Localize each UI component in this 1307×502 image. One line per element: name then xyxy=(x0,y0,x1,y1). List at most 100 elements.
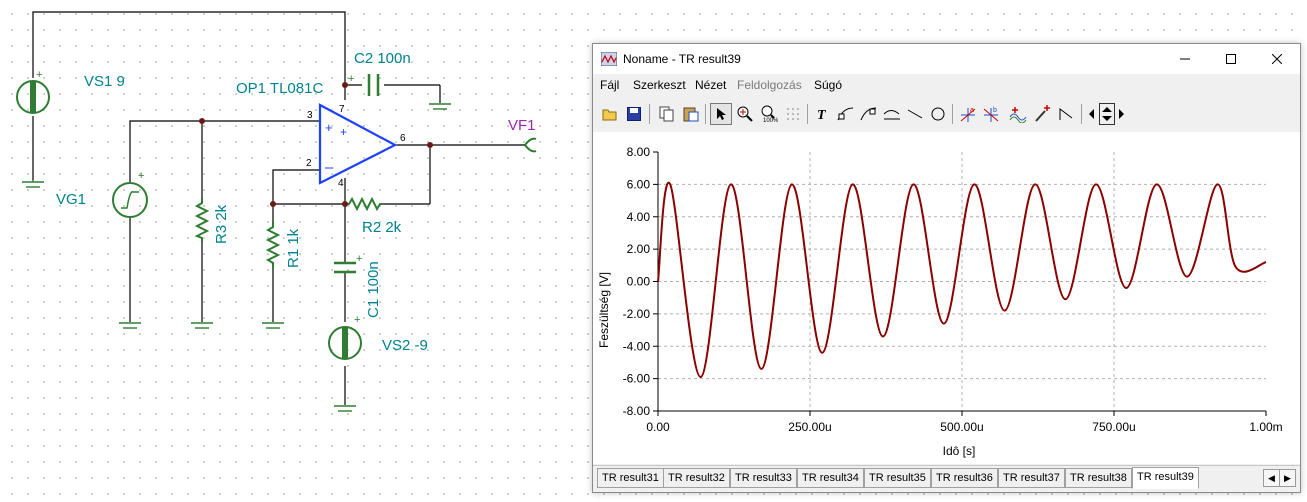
paste-button[interactable] xyxy=(680,103,702,125)
tab-tr-result31[interactable]: TR result31 xyxy=(597,468,664,488)
cursor-b-button[interactable] xyxy=(858,103,880,125)
circle-icon xyxy=(931,107,945,121)
wave-button[interactable] xyxy=(1007,103,1029,125)
pin-3-label: 3 xyxy=(307,110,313,121)
result-tabs: TR result31 TR result32 TR result33 TR r… xyxy=(593,465,1300,492)
zoom-icon xyxy=(737,106,753,122)
line-button[interactable] xyxy=(904,103,926,125)
app-icon xyxy=(601,52,617,66)
tab-tr-result38[interactable]: TR result38 xyxy=(1065,468,1132,488)
y-tick-label: -6.00 xyxy=(623,372,651,386)
tab-tr-result36[interactable]: TR result36 xyxy=(931,468,998,488)
scroll-updown-icon xyxy=(1102,107,1112,121)
r1-resistor-icon xyxy=(265,222,281,268)
pin-2-label: 2 xyxy=(306,158,312,169)
menu-process[interactable]: Feldolgozás xyxy=(737,78,802,92)
paste-icon xyxy=(683,107,699,122)
menu-help[interactable]: Súgó xyxy=(814,78,842,92)
chart-axes xyxy=(653,151,1267,416)
x-tick-label: 0.00 xyxy=(646,420,670,434)
maximize-icon xyxy=(1226,54,1236,64)
svg-text:+: + xyxy=(36,69,42,81)
line-icon xyxy=(907,109,923,119)
tab-tr-result34[interactable]: TR result34 xyxy=(797,468,864,488)
svg-text:+: + xyxy=(325,120,333,135)
minimize-button[interactable] xyxy=(1162,44,1208,74)
pin-7-label: 7 xyxy=(339,104,345,115)
tab-tr-result32[interactable]: TR result32 xyxy=(663,468,730,488)
c2-label: C2 100n xyxy=(354,50,411,67)
schematic-canvas: + + – + + + + + VS1 9 VG1 OP1 TL081C C2 100n… xyxy=(16,11,537,412)
cursor-a-button[interactable] xyxy=(835,103,857,125)
title-bar[interactable]: Noname - TR result39 xyxy=(593,44,1300,74)
tabs-scroll-right-button[interactable]: ▶ xyxy=(1279,469,1296,487)
tabs-scroll-left-icon: ◀ xyxy=(1268,472,1275,483)
maximize-button[interactable] xyxy=(1208,44,1254,74)
scroll-updown-button[interactable] xyxy=(1099,103,1115,125)
minimize-icon xyxy=(1180,58,1190,60)
save-icon xyxy=(627,107,641,121)
grid-button[interactable] xyxy=(782,103,804,125)
window-title: Noname - TR result39 xyxy=(623,52,741,66)
scroll-right-icon xyxy=(1119,109,1124,119)
svg-text:100%: 100% xyxy=(763,118,778,123)
open-button[interactable] xyxy=(599,103,621,125)
pointer-button[interactable] xyxy=(710,103,732,125)
r2-label: R2 2k xyxy=(362,219,402,236)
ramp-icon xyxy=(1059,108,1073,120)
tab-tr-result39[interactable]: TR result39 xyxy=(1132,467,1199,489)
r2-resistor-icon xyxy=(345,196,382,212)
close-button[interactable] xyxy=(1254,44,1300,74)
tangent-button[interactable] xyxy=(881,103,903,125)
svg-text:T: T xyxy=(817,108,827,121)
tab-tr-result37[interactable]: TR result37 xyxy=(998,468,1065,488)
pin-4-label: 4 xyxy=(338,178,344,189)
marker-a-icon: a xyxy=(960,107,976,122)
zoom-100-button[interactable]: 100% xyxy=(758,103,780,125)
result-window[interactable]: Noname - TR result39 Fájl Szerkeszt Néze… xyxy=(592,43,1301,493)
pin-6-label: 6 xyxy=(400,133,406,144)
vg1-label: VG1 xyxy=(56,191,86,208)
tangent-icon xyxy=(883,110,900,120)
y-tick-label: 4.00 xyxy=(627,210,651,224)
menu-file[interactable]: Fájl xyxy=(600,78,619,92)
chart-grid xyxy=(658,152,1266,411)
probe-button[interactable] xyxy=(1031,103,1053,125)
svg-text:a: a xyxy=(970,107,974,114)
zoom-button[interactable] xyxy=(734,103,756,125)
copy-button[interactable] xyxy=(656,103,678,125)
text-button[interactable]: T xyxy=(812,103,834,125)
plot-area[interactable]: 0.00 250.00u 500.00u 750.00u 1.00m 8.00 6.00 4… xyxy=(593,132,1300,464)
r1-label: R1 1k xyxy=(285,228,302,268)
svg-text:+: + xyxy=(348,73,354,85)
x-tick-label: 750.00u xyxy=(1092,420,1135,434)
scroll-left-icon xyxy=(1089,109,1094,119)
close-icon xyxy=(1272,54,1282,64)
tabs-scroll-right-icon: ▶ xyxy=(1284,472,1291,483)
save-button[interactable] xyxy=(623,103,645,125)
tab-tr-result35[interactable]: TR result35 xyxy=(864,468,931,488)
cursor-b-icon xyxy=(860,107,877,121)
tabs-scroll-left-button[interactable]: ◀ xyxy=(1263,469,1280,487)
svg-text:b: b xyxy=(993,107,997,114)
probe-icon xyxy=(1035,105,1050,122)
svg-text:+: + xyxy=(356,253,362,265)
x-tick-label: 1.00m xyxy=(1249,420,1282,434)
y-tick-label: 6.00 xyxy=(627,177,651,191)
svg-text:+: + xyxy=(340,125,347,139)
marker-a-button[interactable]: a xyxy=(957,103,979,125)
y-tick-labels: 8.00 6.00 4.00 2.00 0.00 -2.00 -4.00 -6.00 -8.00 xyxy=(623,145,651,418)
scroll-right-button[interactable] xyxy=(1116,103,1128,125)
ramp-button[interactable] xyxy=(1055,103,1077,125)
scroll-left-button[interactable] xyxy=(1086,103,1098,125)
menu-view[interactable]: Nézet xyxy=(695,78,726,92)
menu-edit[interactable]: Szerkeszt xyxy=(633,78,686,92)
transient-chart: 0.00 250.00u 500.00u 750.00u 1.00m 8.00 6.00 4… xyxy=(597,145,1283,458)
marker-b-icon: b xyxy=(983,107,999,122)
x-axis-label: Idô [s] xyxy=(943,444,976,458)
svg-text:+: + xyxy=(354,314,360,326)
circle-button[interactable] xyxy=(927,103,949,125)
marker-b-button[interactable]: b xyxy=(980,103,1002,125)
cursor-a-icon xyxy=(837,107,854,121)
tab-tr-result33[interactable]: TR result33 xyxy=(730,468,797,488)
